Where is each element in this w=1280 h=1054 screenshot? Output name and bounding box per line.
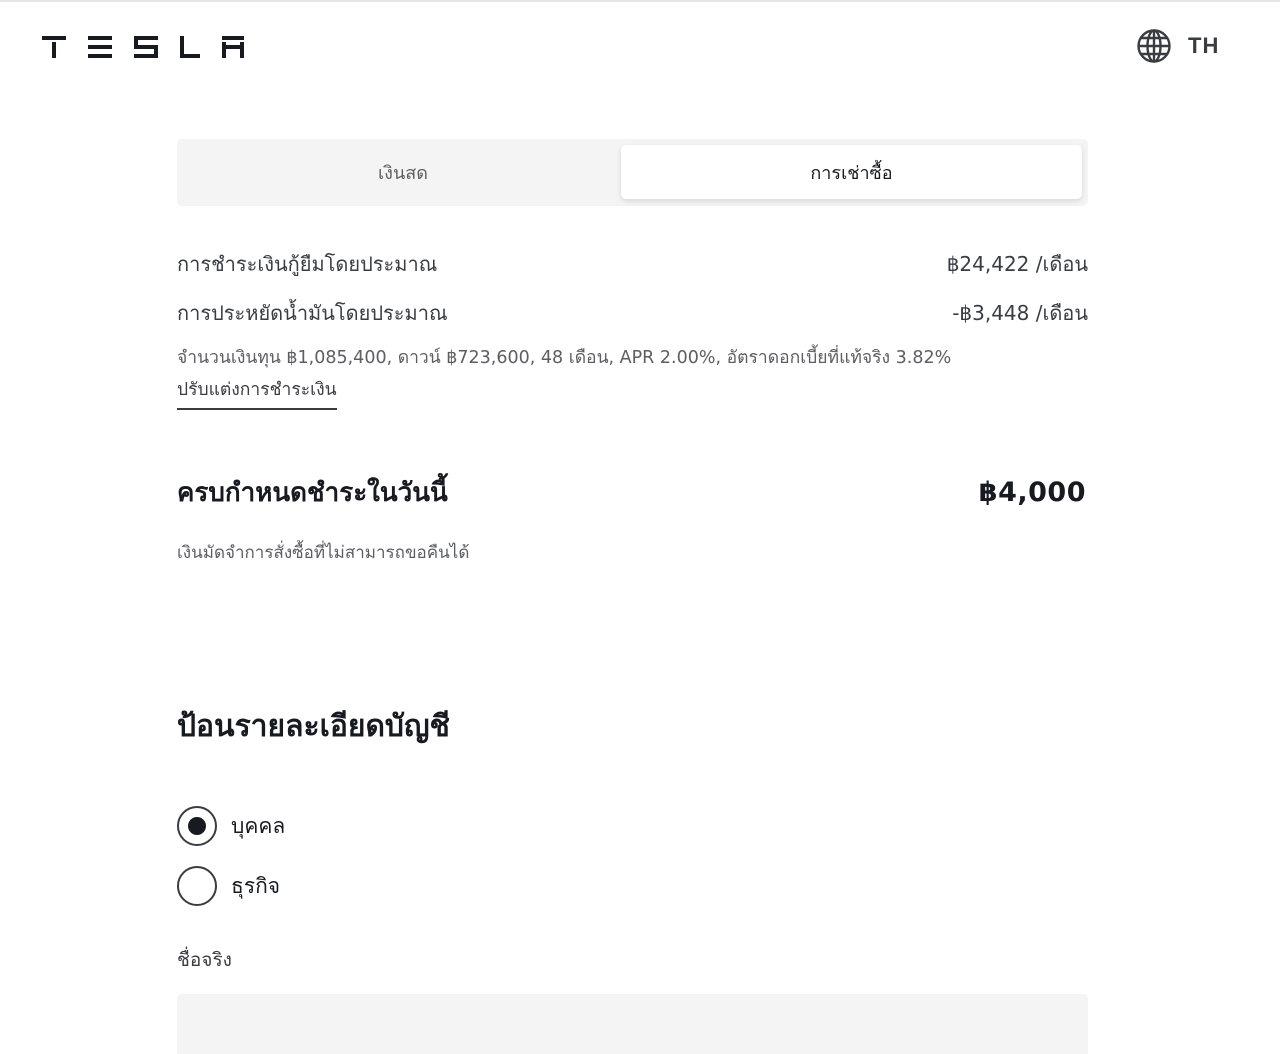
radio-individual-label[interactable]: บุคคล bbox=[231, 810, 285, 843]
tab-finance[interactable]: การเช่าซื้อ bbox=[621, 145, 1082, 199]
radio-selected-dot bbox=[188, 817, 206, 835]
fuel-savings-row: การประหยัดน้ำมันโดยประมาณ -฿3,448 /เดือน bbox=[177, 296, 1088, 330]
language-selector[interactable]: TH bbox=[1136, 27, 1219, 65]
globe-icon bbox=[1137, 29, 1171, 63]
loan-payment-value: ฿24,422 /เดือน bbox=[946, 252, 1088, 276]
finance-terms: จำนวนเงินทุน ฿1,085,400, ดาวน์ ฿723,600,… bbox=[177, 348, 952, 368]
first-name-label: ชื่อจริง bbox=[177, 949, 232, 971]
fuel-savings-value: -฿3,448 /เดือน bbox=[952, 301, 1088, 325]
due-today-label: ครบกำหนดชำระในวันนี้ bbox=[177, 477, 448, 508]
customize-payment-link[interactable]: ปรับแต่งการชำระเงิน bbox=[177, 376, 337, 410]
radio-business[interactable] bbox=[177, 866, 217, 906]
due-today-row: ครบกำหนดชำระในวันนี้ ฿4,000 bbox=[177, 470, 1088, 514]
site-header: TH bbox=[0, 0, 1280, 92]
deposit-note: เงินมัดจำการสั่งซื้อที่ไม่สามารถขอคืนได้ bbox=[177, 543, 470, 563]
loan-payment-row: การชำระเงินกู้ยืมโดยประมาณ ฿24,422 /เดือ… bbox=[177, 247, 1088, 281]
loan-payment-label: การชำระเงินกู้ยืมโดยประมาณ bbox=[177, 252, 438, 276]
account-details-title: ป้อนรายละเอียดบัญชี bbox=[177, 709, 450, 744]
tesla-logo[interactable] bbox=[42, 36, 244, 58]
due-today-value: ฿4,000 bbox=[978, 476, 1086, 508]
radio-individual[interactable] bbox=[177, 806, 217, 846]
payment-type-tabs: เงินสด การเช่าซื้อ bbox=[177, 139, 1088, 206]
locale-code: TH bbox=[1188, 33, 1220, 58]
fuel-savings-label: การประหยัดน้ำมันโดยประมาณ bbox=[177, 301, 448, 325]
radio-business-label[interactable]: ธุรกิจ bbox=[231, 870, 280, 903]
tesla-wordmark-icon bbox=[42, 36, 244, 58]
first-name-field[interactable] bbox=[177, 994, 1088, 1054]
tab-cash[interactable]: เงินสด bbox=[183, 145, 623, 199]
account-type-individual[interactable]: บุคคล bbox=[177, 806, 285, 846]
account-type-business[interactable]: ธุรกิจ bbox=[177, 866, 280, 906]
